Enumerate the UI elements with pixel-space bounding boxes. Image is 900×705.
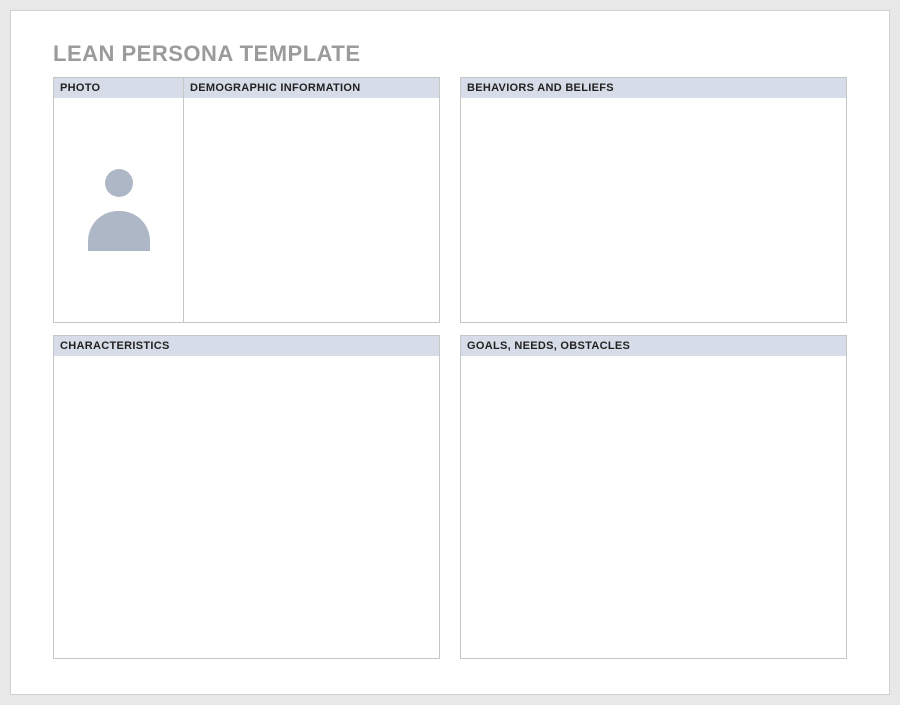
avatar-placeholder-icon: [88, 169, 150, 251]
demographic-body: [184, 98, 439, 322]
photo-body: [54, 98, 184, 322]
photo-demographic-panel: PHOTO DEMOGRAPHIC INFORMATION: [53, 77, 440, 323]
characteristics-header: CHARACTERISTICS: [54, 336, 439, 356]
goals-header: GOALS, NEEDS, OBSTACLES: [461, 336, 846, 356]
demographic-header: DEMOGRAPHIC INFORMATION: [184, 78, 439, 98]
goals-body: [461, 356, 846, 658]
template-grid: PHOTO DEMOGRAPHIC INFORMATION BEHAVIORS …: [53, 77, 847, 659]
behaviors-body: [461, 98, 846, 322]
page-title: LEAN PERSONA TEMPLATE: [53, 41, 847, 67]
characteristics-body: [54, 356, 439, 658]
behaviors-header: BEHAVIORS AND BELIEFS: [461, 78, 846, 98]
characteristics-panel: CHARACTERISTICS: [53, 335, 440, 659]
document-page: LEAN PERSONA TEMPLATE PHOTO DEMOGRAPHIC …: [10, 10, 890, 695]
goals-panel: GOALS, NEEDS, OBSTACLES: [460, 335, 847, 659]
photo-header: PHOTO: [54, 78, 184, 98]
behaviors-panel: BEHAVIORS AND BELIEFS: [460, 77, 847, 323]
